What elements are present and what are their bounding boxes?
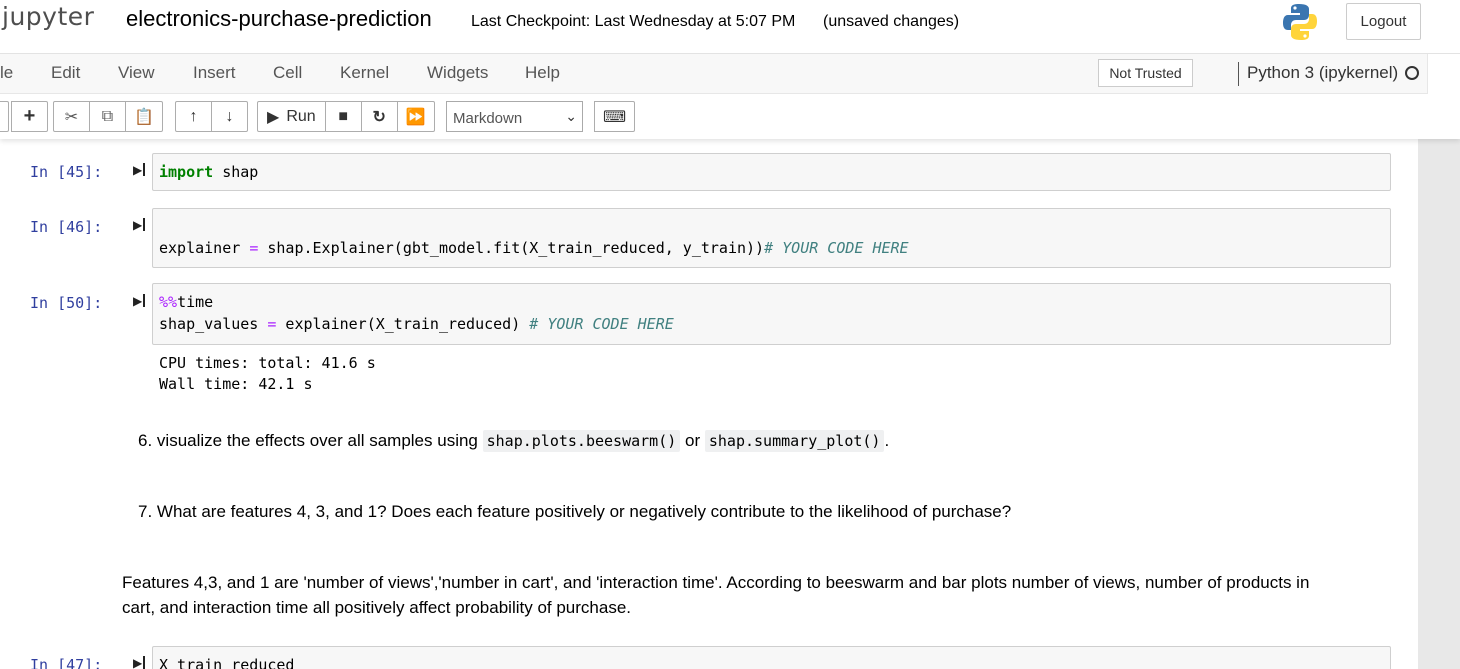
command-palette-button[interactable]: ⌨ [594,101,636,132]
save-group [0,101,9,132]
checkpoint-status: Last Checkpoint: Last Wednesday at 5:07 … [471,13,796,30]
code-cell-editor[interactable]: %%time shap_values = explainer(X_train_r… [152,283,1391,345]
keyboard-group: ⌨ [594,101,636,132]
cell-output-line: CPU times: total: 41.6 s [159,354,376,372]
menu-help[interactable]: Help [525,63,560,83]
code-cell-editor[interactable]: X_train_reduced [152,646,1391,669]
jupyter-logo[interactable]: jupyter [2,2,94,31]
inline-code: shap.summary_plot() [704,430,885,452]
scrollbar[interactable] [1418,139,1460,669]
stop-button[interactable]: ■ [324,101,362,132]
cell-output-line: Wall time: 42.1 s [159,375,313,393]
menu-cell[interactable]: Cell [273,63,302,83]
cell-type-value: Markdown [453,110,523,127]
notebook-name[interactable]: electronics-purchase-prediction [126,6,432,32]
notebook-header: jupyter electronics-purchase-prediction … [0,0,1460,139]
move-down-button[interactable]: ↓ [211,101,248,132]
logout-button[interactable]: Logout [1346,3,1421,40]
paste-icon: 📋 [134,108,154,126]
inline-code: shap.plots.beeswarm() [482,430,681,452]
restart-icon: ↻ [372,108,386,126]
code-line: X_train_reduced [159,656,295,669]
run-icon: ▶ [267,108,280,126]
markdown-answer-line: cart, and interaction time all positivel… [122,598,632,617]
edit-group: ✂ ⧉ 📋 [53,101,163,132]
kernel-name[interactable]: Python 3 (ipykernel) [1247,63,1398,83]
menu-widgets[interactable]: Widgets [427,63,488,83]
trust-button[interactable]: Not Trusted [1098,59,1193,87]
chevron-down-icon: ⌄ [565,108,577,124]
run-button[interactable]: ▶ Run [257,101,326,132]
menu-view[interactable]: View [118,63,155,83]
fast-forward-icon: ⏩ [405,108,426,126]
python-logo-icon [1282,3,1318,46]
move-up-button[interactable]: ↑ [175,101,212,132]
run-cell-icon[interactable]: ▶ [133,294,146,308]
code-line: %%time [159,293,214,311]
markdown-answer-line: Features 4,3, and 1 are 'number of views… [122,573,1310,592]
save-button[interactable] [0,101,9,132]
keyboard-icon: ⌨ [603,108,627,126]
notebook-page: In [45]: ▶ import shap In [46]: ▶ explai… [0,139,1418,669]
run-label: Run [286,107,316,125]
insert-group: + [11,101,48,132]
markdown-item-6: 6. visualize the effects over all sample… [138,430,890,452]
run-cell-icon[interactable]: ▶ [133,656,146,669]
restart-run-all-button[interactable]: ⏩ [396,101,435,132]
restart-button[interactable]: ↻ [360,101,398,132]
copy-button[interactable]: ⧉ [89,101,126,132]
menu-insert[interactable]: Insert [193,63,236,83]
menubar: le Edit View Insert Cell Kernel Widgets … [0,54,1428,94]
code-cell-editor[interactable]: explainer = shap.Explainer(gbt_model.fit… [152,208,1391,268]
move-group: ↑ ↓ [175,101,248,132]
run-cell-icon[interactable]: ▶ [133,163,146,177]
copy-icon: ⧉ [101,107,114,125]
stop-icon: ■ [338,107,348,125]
menu-edit[interactable]: Edit [51,63,80,83]
run-group: ▶ Run ■ ↻ ⏩ [257,101,435,132]
cell-prompt: In [47]: [30,656,103,669]
code-line: explainer = shap.Explainer(gbt_model.fit… [159,239,909,257]
autosave-status: (unsaved changes) [823,13,960,30]
cell-prompt: In [45]: [30,163,103,181]
code-line: shap_values = explainer(X_train_reduced)… [159,315,674,333]
move-up-icon: ↑ [189,107,198,125]
add-cell-icon: + [23,105,36,127]
cell-prompt: In [50]: [30,294,103,312]
menu-file[interactable]: le [0,63,13,83]
kernel-divider [1238,62,1239,86]
code-line: import shap [159,163,259,181]
markdown-item-7: 7. What are features 4, 3, and 1? Does e… [138,502,1012,521]
cut-icon: ✂ [64,108,79,126]
kernel-idle-icon [1405,66,1419,80]
cell-type-select[interactable]: Markdown ⌄ [446,101,583,132]
toolbar: + ✂ ⧉ 📋 ↑ ↓ ▶ Run ■ ↻ ⏩ ⌨ [0,94,1460,139]
cut-button[interactable]: ✂ [53,101,90,132]
menu-kernel[interactable]: Kernel [340,63,389,83]
paste-button[interactable]: 📋 [125,101,163,132]
code-cell-editor[interactable]: import shap [152,153,1391,191]
cell-prompt: In [46]: [30,218,103,236]
run-cell-icon[interactable]: ▶ [133,218,146,232]
add-cell-button[interactable]: + [11,101,48,132]
move-down-icon: ↓ [225,107,234,125]
